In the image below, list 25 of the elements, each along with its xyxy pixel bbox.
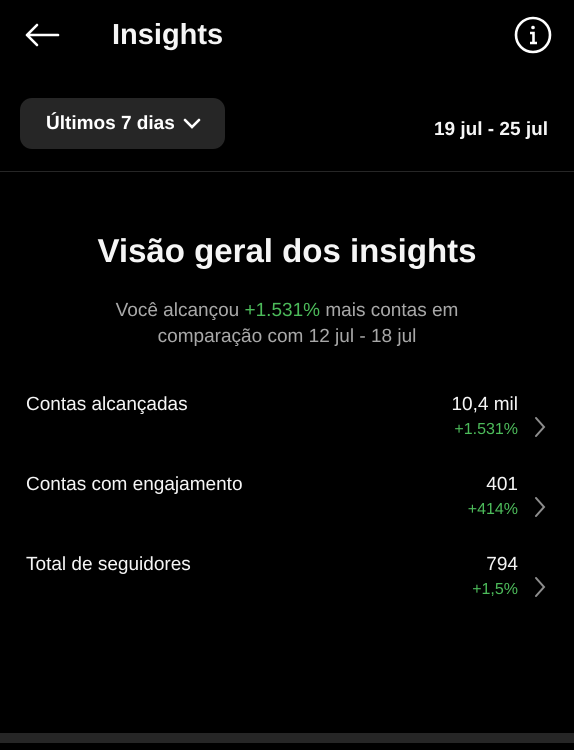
back-arrow-icon — [24, 23, 60, 47]
chevron-down-icon — [182, 118, 201, 130]
metric-row[interactable]: Contas com engajamento 401 +414% — [0, 474, 574, 519]
overview-heading: Visão geral dos insights — [96, 232, 478, 270]
back-button[interactable] — [24, 23, 60, 47]
metric-change: +1,5% — [472, 581, 518, 599]
overview-summary: Você alcançou +1.531% mais contas em comparação com 12 jul - 18 jul — [114, 299, 460, 349]
metric-value: 401 — [486, 474, 518, 496]
date-range: 19 jul - 25 jul — [434, 118, 548, 140]
metric-change: +1.531% — [454, 421, 518, 439]
metric-value: 10,4 mil — [451, 394, 518, 416]
page-title: Insights — [112, 18, 224, 52]
chevron-right-icon — [534, 496, 546, 518]
chevron-right-icon — [534, 416, 546, 438]
info-button[interactable] — [514, 16, 552, 54]
chevron-right-icon — [534, 576, 546, 598]
metric-row[interactable]: Contas alcançadas 10,4 mil +1.531% — [0, 394, 574, 439]
metric-change: +414% — [468, 501, 518, 519]
info-icon — [514, 16, 552, 54]
period-dropdown[interactable]: Últimos 7 dias — [20, 98, 225, 149]
metric-label: Contas alcançadas — [26, 394, 189, 416]
metric-value: 794 — [486, 554, 518, 576]
metric-label: Total de seguidores — [26, 554, 192, 576]
metric-label: Contas com engajamento — [26, 474, 244, 496]
metric-row[interactable]: Total de seguidores 794 +1,5% — [0, 554, 574, 599]
